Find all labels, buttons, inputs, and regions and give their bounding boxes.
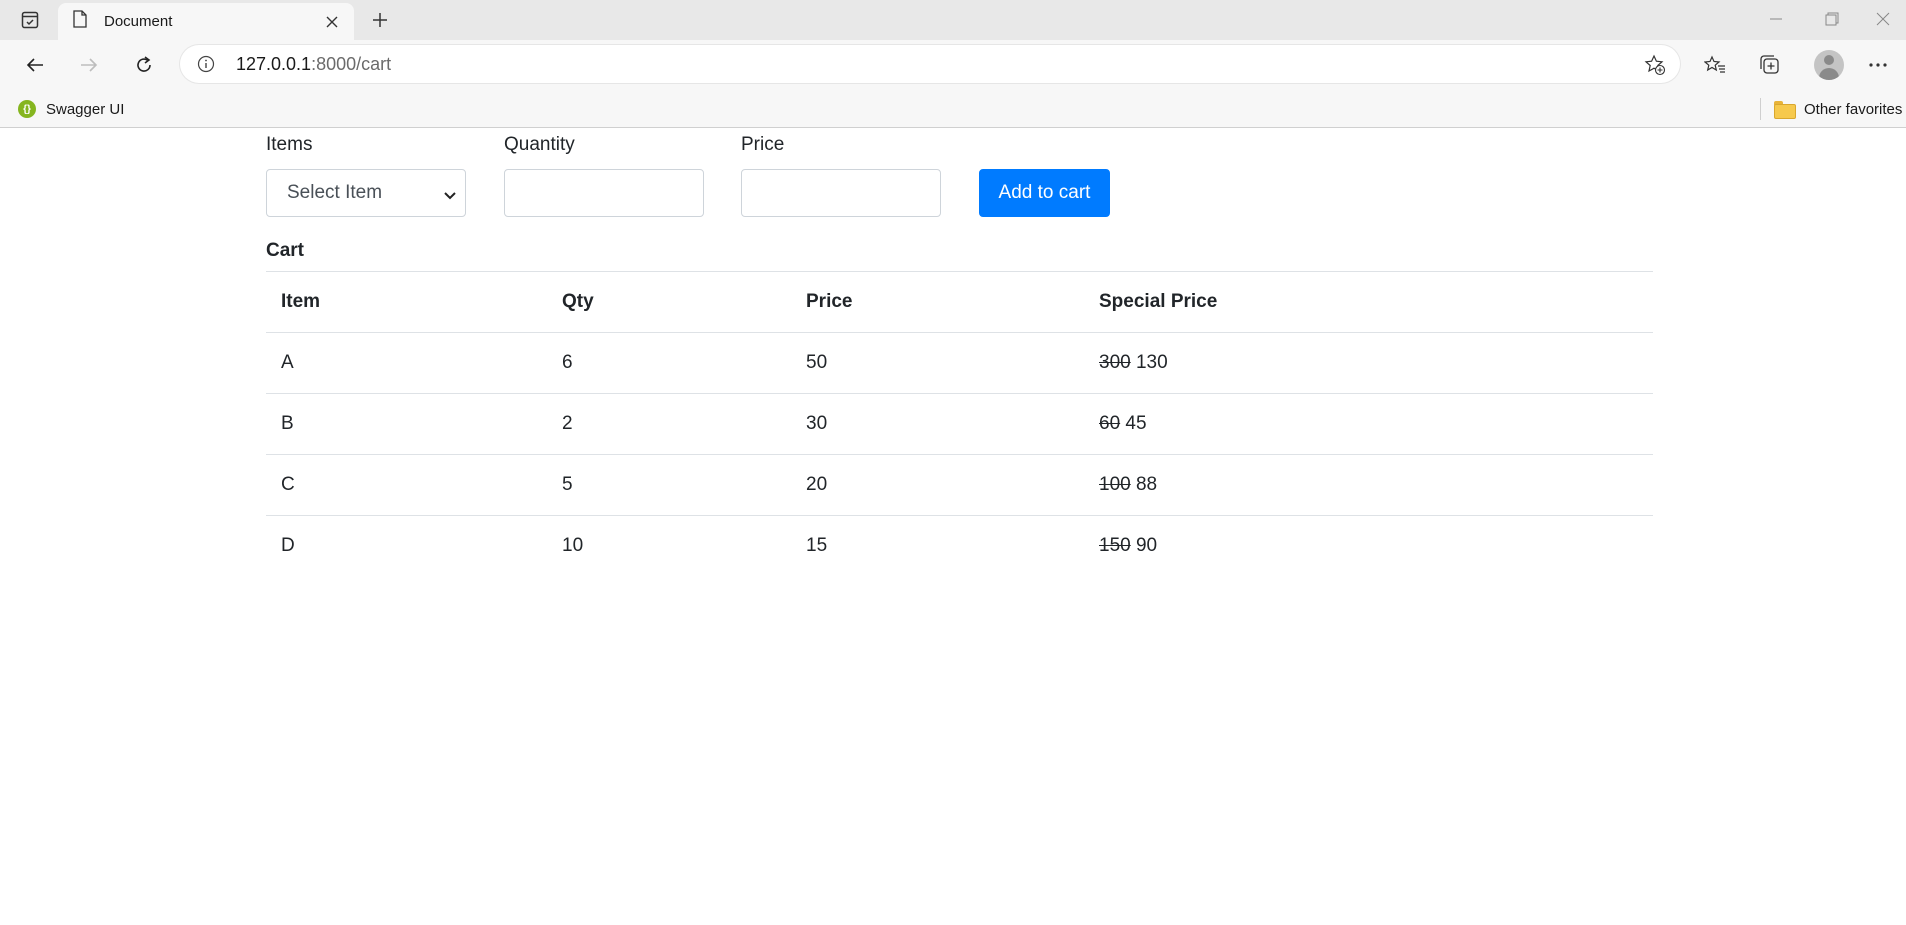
column-header-qty: Qty xyxy=(547,271,791,333)
cart-title: Cart xyxy=(266,240,305,261)
cell-qty: 2 xyxy=(547,393,791,455)
chevron-down-icon xyxy=(443,186,457,200)
close-tab-icon[interactable] xyxy=(322,12,342,32)
url-host: 127.0.0.1 xyxy=(236,54,312,74)
special-price-new: 45 xyxy=(1125,413,1147,434)
forward-icon[interactable] xyxy=(73,49,105,81)
price-input[interactable] xyxy=(741,169,941,217)
table-row: B 2 30 60 45 xyxy=(266,393,1653,455)
table-row: D 10 15 150 90 xyxy=(266,515,1653,577)
items-label: Items xyxy=(266,134,313,155)
table-header-row: Item Qty Price Special Price xyxy=(266,271,1653,333)
cell-special-price: 300 130 xyxy=(1084,332,1653,394)
cell-special-price: 150 90 xyxy=(1084,515,1653,577)
more-options-icon[interactable] xyxy=(1862,49,1894,81)
page-content: Items Select Item Quantity Price Add to … xyxy=(0,129,1906,925)
document-icon xyxy=(72,10,88,33)
items-select[interactable]: Select Item xyxy=(266,169,466,217)
cell-price: 30 xyxy=(791,393,1084,455)
tab-title: Document xyxy=(104,13,173,30)
tab-actions-icon[interactable] xyxy=(12,8,48,32)
collections-icon[interactable] xyxy=(1754,49,1786,81)
cell-price: 20 xyxy=(791,454,1084,516)
avatar-body xyxy=(1819,68,1839,80)
table-row: C 5 20 100 88 xyxy=(266,454,1653,516)
special-price-old: 300 xyxy=(1099,352,1131,373)
back-icon[interactable] xyxy=(19,49,51,81)
cart-table: Item Qty Price Special Price A 6 50 300 … xyxy=(266,271,1653,577)
cell-item: C xyxy=(266,454,547,516)
favorites-bar: {} Swagger UI Other favorites xyxy=(0,90,1906,128)
price-label: Price xyxy=(741,134,785,155)
favorites-divider xyxy=(1760,98,1761,120)
profile-avatar[interactable] xyxy=(1814,50,1844,80)
folder-icon xyxy=(1774,101,1796,119)
new-tab-icon[interactable] xyxy=(367,8,393,32)
special-price-new: 130 xyxy=(1135,352,1168,373)
cell-price: 15 xyxy=(791,515,1084,577)
cell-item: D xyxy=(266,515,547,577)
cell-qty: 6 xyxy=(547,332,791,394)
url-text: 127.0.0.1:8000/cart xyxy=(236,54,391,74)
special-price-old: 60 xyxy=(1099,413,1121,434)
avatar-head xyxy=(1824,55,1834,65)
cell-special-price: 60 45 xyxy=(1084,393,1653,455)
cell-qty: 5 xyxy=(547,454,791,516)
restore-icon[interactable] xyxy=(1809,4,1855,34)
add-favorite-icon[interactable] xyxy=(1644,54,1666,76)
address-bar[interactable]: 127.0.0.1:8000/cart xyxy=(180,45,1680,83)
other-favorites-label: Other favorites xyxy=(1804,100,1903,118)
site-info-icon[interactable] xyxy=(196,54,216,74)
column-header-item: Item xyxy=(266,271,547,333)
items-select-value: Select Item xyxy=(287,182,383,203)
table-row: A 6 50 300 130 xyxy=(266,332,1653,394)
cell-price: 50 xyxy=(791,332,1084,394)
cell-qty: 10 xyxy=(547,515,791,577)
favorites-icon[interactable] xyxy=(1699,49,1731,81)
tab-strip: Document xyxy=(0,0,1906,40)
special-price-old: 100 xyxy=(1099,474,1131,495)
quantity-label: Quantity xyxy=(504,134,575,155)
special-price-new: 88 xyxy=(1135,474,1158,495)
cell-special-price: 100 88 xyxy=(1084,454,1653,516)
close-window-icon[interactable] xyxy=(1860,4,1906,34)
favorite-swagger-ui[interactable]: {} Swagger UI xyxy=(18,98,124,120)
swagger-icon: {} xyxy=(18,100,36,118)
other-favorites[interactable]: Other favorites xyxy=(1774,98,1902,120)
add-to-cart-button[interactable]: Add to cart xyxy=(979,169,1110,217)
refresh-icon[interactable] xyxy=(128,49,160,81)
cell-item: B xyxy=(266,393,547,455)
column-header-price: Price xyxy=(791,271,1084,333)
special-price-new: 90 xyxy=(1135,535,1158,557)
minimize-icon[interactable] xyxy=(1753,4,1799,34)
url-path: :8000/cart xyxy=(311,54,392,74)
special-price-old: 150 xyxy=(1099,535,1131,557)
cell-item: A xyxy=(266,332,547,394)
browser-tab[interactable]: Document xyxy=(58,3,354,40)
browser-toolbar: 127.0.0.1:8000/cart xyxy=(0,40,1906,90)
favorite-label: Swagger UI xyxy=(46,100,125,118)
quantity-input[interactable] xyxy=(504,169,704,217)
column-header-special-price: Special Price xyxy=(1084,271,1653,333)
